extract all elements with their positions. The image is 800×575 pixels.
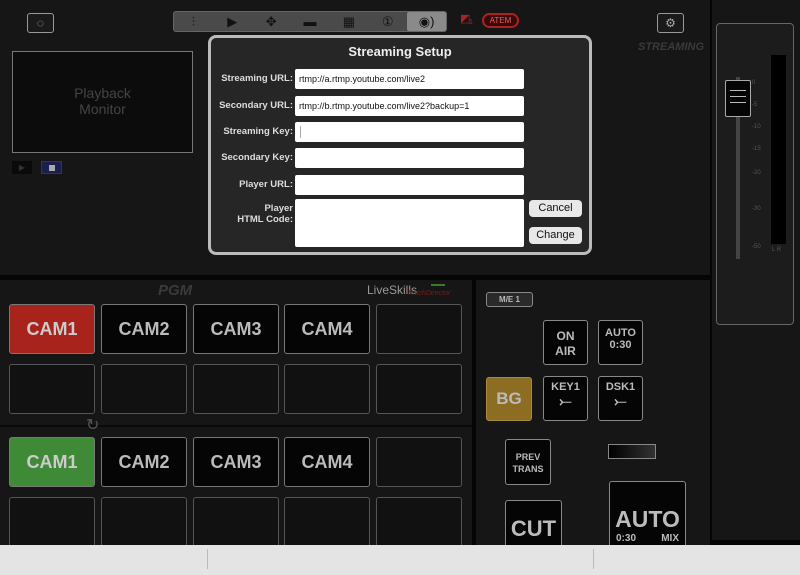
field-input[interactable] [295,122,524,142]
brand-logo: LiveSkills TouchDirector [367,283,451,297]
program-button-cam3[interactable]: CAM3 [193,304,279,354]
auto-button[interactable]: AUTO 0:30 MIX [609,481,686,551]
program-button-empty[interactable] [193,364,279,414]
auto-top-button[interactable]: AUTO 0:30 [598,320,643,365]
sync-icon: ↻ [86,417,100,434]
streaming-setup-dialog: Streaming Setup Streaming URL: rtmp://a.r… [208,35,592,255]
atem-icon[interactable]: 1 ◩ [460,12,478,30]
play-button[interactable]: ▶ [12,161,32,174]
preview-button-empty[interactable] [9,497,95,547]
fader-handle[interactable] [725,80,751,117]
field-input[interactable] [295,175,524,195]
field-input[interactable] [295,148,524,168]
preview-button-empty[interactable] [376,497,462,547]
fader-scale-label: 0 [752,80,756,86]
atem-badge[interactable]: ATEM [482,13,519,28]
streaming-icon[interactable]: ◉) [407,12,447,31]
dialog-title: Streaming Setup [348,44,452,59]
preview-button-empty[interactable] [376,437,462,487]
me1-button[interactable]: M/E 1 [486,292,533,307]
bg-button[interactable]: BG [486,377,532,421]
player-html-code-input[interactable] [295,199,524,247]
program-button-empty[interactable] [101,364,187,414]
field-input[interactable]: rtmp://b.rtmp.youtube.com/live2?backup=1 [295,96,524,116]
monitor-icon[interactable]: ▬ [291,12,330,31]
row-divider [0,425,472,427]
number-one-icon[interactable]: ① [368,12,407,31]
playback-monitor: Playback Monitor [12,51,193,153]
key1-button[interactable]: KEY1 ⤚ [543,376,588,421]
level-meter [771,55,786,244]
field-label: Secondary URL: [219,100,293,111]
fader-scale-label: -50 [752,244,761,250]
streaming-label: STREAMING [638,41,704,53]
playback-label-1: Playback [74,85,131,101]
field-label: Player URL: [239,179,293,190]
fader-scale-label: -20 [752,170,761,176]
fader-scale-label: -10 [752,124,761,130]
playback-label-2: Monitor [79,101,126,117]
key-transition-icon: ⤚ [559,393,572,410]
on-air-button[interactable]: ON AIR [543,320,588,365]
program-button-cam4[interactable]: CAM4 [284,304,370,354]
program-button-cam1[interactable]: CAM1 [9,304,95,354]
atem-count: 1 [469,19,473,26]
program-button-cam2[interactable]: CAM2 [101,304,187,354]
preview-button-cam3[interactable]: CAM3 [193,437,279,487]
stop-icon [48,165,55,171]
cancel-button[interactable]: Cancel [529,200,582,217]
key-transition-icon: ⤚ [614,393,627,410]
program-button-empty[interactable] [376,364,462,414]
preview-button-cam2[interactable]: CAM2 [101,437,187,487]
fader-scale-label: -5 [752,102,758,108]
fader-scale-label: -15 [752,146,761,152]
field-input[interactable]: rtmp://a.rtmp.youtube.com/live2 [295,69,524,89]
move-arrows-icon[interactable]: ✥ [252,12,291,31]
fader-scale-label: -30 [752,206,761,212]
record-button[interactable] [41,161,62,174]
prev-trans-button[interactable]: PREV TRANS [505,439,551,485]
preview-button-empty[interactable] [193,497,279,547]
lr-label: L R [772,247,782,253]
gear-icon[interactable]: ⚙ [657,13,684,33]
main-toolbar: ⫶ ▶ ✥ ▬ ▦ ① ◉) [173,11,447,32]
play-icon[interactable]: ▶ [213,12,252,31]
program-button-empty[interactable] [9,364,95,414]
player-html-label: Player HTML Code: [237,203,293,225]
preview-button-cam4[interactable]: CAM4 [284,437,370,487]
preview-button-cam1[interactable]: CAM1 [9,437,95,487]
preview-button-empty[interactable] [284,497,370,547]
field-label: Streaming URL: [221,73,293,84]
multiview-icon[interactable]: ▦ [329,12,368,31]
spinner-icon[interactable]: ◌ [27,13,54,33]
field-label: Secondary Key: [221,152,293,163]
dsk1-button[interactable]: DSK1 ⤚ [598,376,643,421]
pgm-label: PGM [158,282,193,299]
field-label: Streaming Key: [223,126,293,137]
bottom-bar [0,545,800,575]
program-button-empty[interactable] [284,364,370,414]
cut-button[interactable]: CUT [505,500,562,550]
program-button-empty[interactable] [376,304,462,354]
transition-indicator [608,444,656,459]
change-button[interactable]: Change [529,227,582,244]
preview-button-empty[interactable] [101,497,187,547]
mixer-sliders-icon[interactable]: ⫶ [174,12,213,31]
text-cursor [300,126,301,138]
